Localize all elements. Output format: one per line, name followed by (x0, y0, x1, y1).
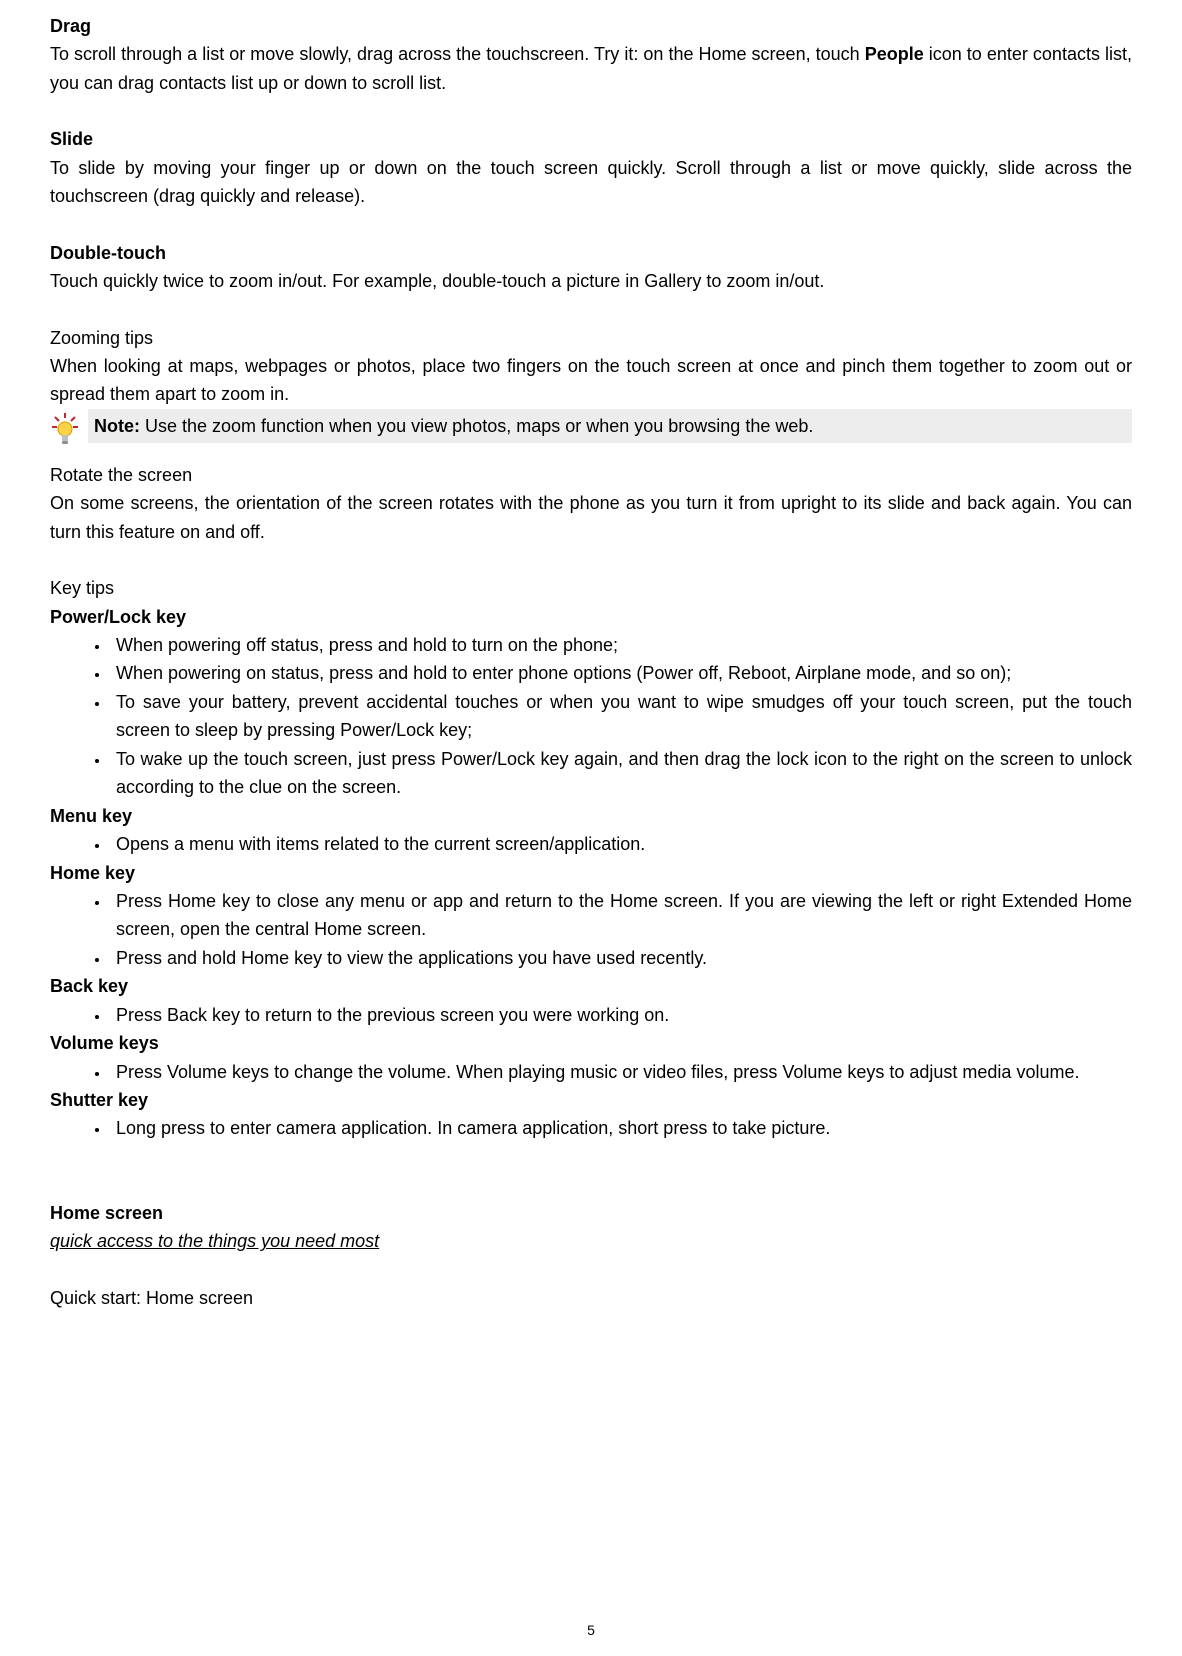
heading-key-tips: Key tips (50, 574, 1132, 602)
paragraph-drag: To scroll through a list or move slowly,… (50, 40, 1132, 97)
heading-rotate: Rotate the screen (50, 461, 1132, 489)
list-item: Press Back key to return to the previous… (110, 1001, 1132, 1029)
list-item: Press Home key to close any menu or app … (110, 887, 1132, 944)
list-item: Long press to enter camera application. … (110, 1114, 1132, 1142)
heading-quick-start: Quick start: Home screen (50, 1284, 1132, 1312)
list-back-key: Press Back key to return to the previous… (50, 1001, 1132, 1029)
list-item: When powering on status, press and hold … (110, 659, 1132, 687)
heading-power-key: Power/Lock key (50, 603, 1132, 631)
note-label: Note: (94, 416, 140, 436)
list-volume-keys: Press Volume keys to change the volume. … (50, 1058, 1132, 1086)
list-menu-key: Opens a menu with items related to the c… (50, 830, 1132, 858)
list-power-key: When powering off status, press and hold… (50, 631, 1132, 802)
heading-back-key: Back key (50, 972, 1132, 1000)
note-row: Note: Use the zoom function when you vie… (50, 409, 1132, 447)
heading-double-touch: Double-touch (50, 239, 1132, 267)
note-box: Note: Use the zoom function when you vie… (88, 409, 1132, 443)
heading-volume-keys: Volume keys (50, 1029, 1132, 1057)
manual-page: Drag To scroll through a list or move sl… (0, 0, 1182, 1656)
paragraph-rotate: On some screens, the orientation of the … (50, 489, 1132, 546)
heading-drag: Drag (50, 12, 1132, 40)
lightbulb-icon (50, 411, 80, 447)
list-item: When powering off status, press and hold… (110, 631, 1132, 659)
heading-home-screen: Home screen (50, 1199, 1132, 1227)
list-item: Opens a menu with items related to the c… (110, 830, 1132, 858)
list-item: To wake up the touch screen, just press … (110, 745, 1132, 802)
paragraph-slide: To slide by moving your finger up or dow… (50, 154, 1132, 211)
list-item: Press and hold Home key to view the appl… (110, 944, 1132, 972)
list-home-key: Press Home key to close any menu or app … (50, 887, 1132, 972)
note-body: Use the zoom function when you view phot… (140, 416, 813, 436)
subheading-home-screen: quick access to the things you need most (50, 1227, 1132, 1255)
heading-home-key: Home key (50, 859, 1132, 887)
paragraph-zooming-tips: When looking at maps, webpages or photos… (50, 352, 1132, 409)
list-item: To save your battery, prevent accidental… (110, 688, 1132, 745)
list-item: Press Volume keys to change the volume. … (110, 1058, 1132, 1086)
heading-menu-key: Menu key (50, 802, 1132, 830)
heading-shutter-key: Shutter key (50, 1086, 1132, 1114)
list-shutter-key: Long press to enter camera application. … (50, 1114, 1132, 1142)
heading-zooming-tips: Zooming tips (50, 324, 1132, 352)
text-drag-a: To scroll through a list or move slowly,… (50, 44, 865, 64)
text-people-word: People (865, 44, 924, 64)
page-number: 5 (0, 1622, 1182, 1638)
paragraph-double-touch: Touch quickly twice to zoom in/out. For … (50, 267, 1132, 295)
heading-slide: Slide (50, 125, 1132, 153)
